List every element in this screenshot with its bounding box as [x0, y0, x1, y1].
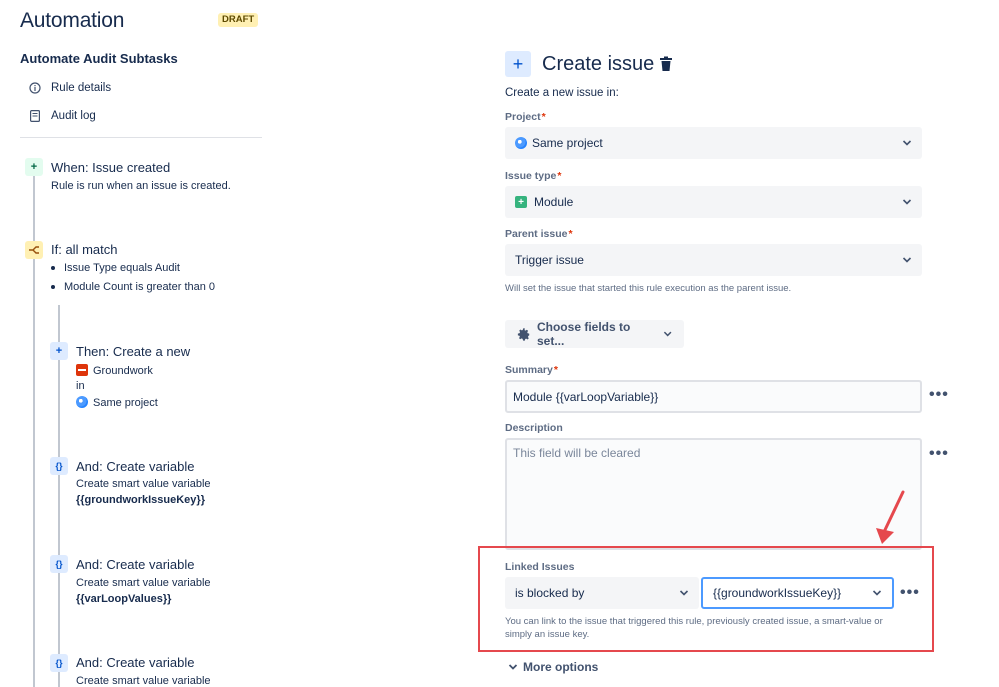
- braces-icon: {}: [50, 555, 68, 573]
- project-label: Same project: [93, 397, 158, 409]
- flow-connector: [33, 258, 35, 687]
- variable-title[interactable]: And: Create variable: [76, 557, 195, 572]
- trigger-plus-icon: +: [25, 158, 43, 176]
- rule-name: Automate Audit Subtasks: [20, 51, 178, 66]
- in-label: in: [76, 380, 85, 392]
- trigger-title[interactable]: When: Issue created: [51, 160, 170, 175]
- create-action-title[interactable]: Then: Create a new: [76, 344, 190, 359]
- panel-title: Create issue: [542, 53, 655, 75]
- action-plus-icon: +: [50, 342, 68, 360]
- menu-item-audit-log[interactable]: Audit log: [28, 107, 96, 125]
- annotation-arrow-icon: [876, 490, 905, 544]
- description-label: Description: [505, 422, 563, 434]
- braces-icon: {}: [50, 654, 68, 672]
- variable-desc: Create smart value variable: [76, 577, 211, 589]
- variable-desc: Create smart value variable: [76, 675, 211, 687]
- variable-title[interactable]: And: Create variable: [76, 655, 195, 670]
- chevron-down-icon: [663, 331, 672, 337]
- issuetype-label: Groundwork: [93, 365, 153, 377]
- project-label: Project*: [505, 111, 546, 123]
- chevron-down-icon: [902, 140, 912, 146]
- menu-item-rule-details[interactable]: Rule details: [28, 79, 111, 97]
- project-icon: [76, 396, 88, 408]
- summary-label: Summary*: [505, 364, 558, 376]
- variable-title[interactable]: And: Create variable: [76, 459, 195, 474]
- branch-icon: [25, 241, 43, 259]
- condition-bullet: Module Count is greater than 0: [51, 281, 215, 293]
- menu-item-label: Audit log: [51, 110, 96, 122]
- panel-subtitle: Create a new issue in:: [505, 87, 619, 99]
- flow-connector: [58, 305, 60, 687]
- condition-bullet: Issue Type equals Audit: [51, 262, 180, 274]
- variable-value: {{groundworkIssueKey}}: [76, 494, 205, 506]
- more-options-toggle[interactable]: More options: [508, 660, 598, 674]
- flow-connector: [33, 176, 35, 242]
- module-icon: +: [515, 196, 527, 208]
- parent-issue-help: Will set the issue that started this rul…: [505, 283, 792, 294]
- draft-badge: DRAFT: [218, 13, 259, 27]
- menu-item-label: Rule details: [51, 82, 112, 94]
- create-issue-plus-icon: +: [505, 51, 531, 77]
- project-icon: [515, 137, 527, 149]
- create-action-project: Same project: [76, 396, 158, 409]
- page-title: Automation: [20, 9, 125, 32]
- chevron-down-icon: [902, 257, 912, 263]
- sidebar-divider: [20, 137, 262, 138]
- info-icon: [28, 81, 42, 95]
- parent-issue-label: Parent issue*: [505, 228, 573, 240]
- project-select[interactable]: Same project: [505, 127, 922, 159]
- gear-icon: [517, 327, 530, 341]
- chevron-down-icon: [902, 199, 912, 205]
- condition-title[interactable]: If: all match: [51, 242, 117, 257]
- description-textarea[interactable]: This field will be cleared: [505, 438, 922, 550]
- chevron-down-icon: [508, 664, 518, 670]
- braces-icon: {}: [50, 457, 68, 475]
- summary-more-button[interactable]: •••: [929, 387, 949, 403]
- annotation-highlight-box: [478, 546, 934, 652]
- parent-issue-select[interactable]: Trigger issue: [505, 244, 922, 276]
- description-more-button[interactable]: •••: [929, 446, 949, 462]
- issue-type-select[interactable]: + Module: [505, 186, 922, 218]
- trigger-desc: Rule is run when an issue is created.: [51, 180, 231, 192]
- variable-desc: Create smart value variable: [76, 478, 211, 490]
- trash-icon[interactable]: [659, 56, 673, 72]
- issue-type-label: Issue type*: [505, 170, 562, 182]
- document-icon: [28, 109, 42, 123]
- create-action-issuetype: Groundwork: [76, 364, 153, 377]
- choose-fields-button[interactable]: Choose fields to set...: [505, 320, 684, 348]
- variable-value: {{varLoopValues}}: [76, 593, 172, 605]
- summary-input[interactable]: Module {{varLoopVariable}}: [505, 380, 922, 413]
- groundwork-icon: [76, 364, 88, 376]
